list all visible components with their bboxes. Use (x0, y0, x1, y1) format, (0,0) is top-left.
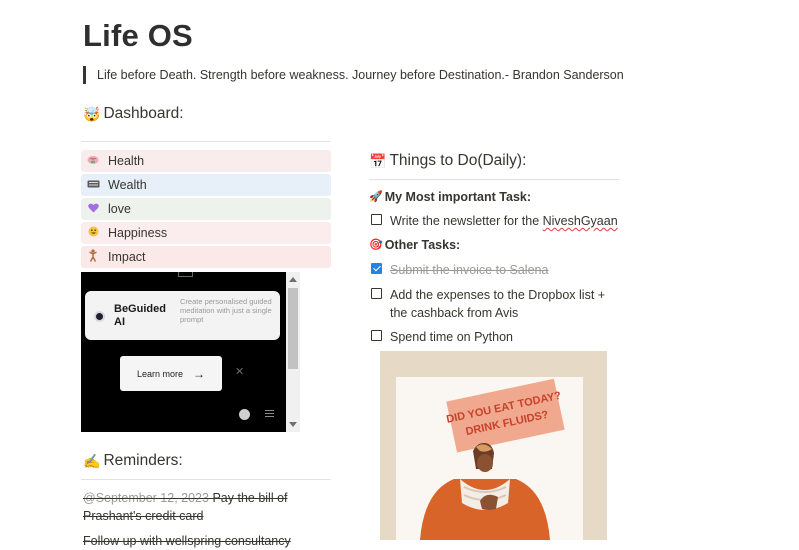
task-item[interactable]: Add the expenses to the Dropbox list + t… (371, 286, 611, 322)
menu-icon[interactable] (265, 408, 274, 419)
close-icon[interactable]: ✕ (235, 365, 244, 378)
brain-icon (86, 155, 100, 168)
task-text: Write the newsletter for the NiveshGyaan (390, 214, 618, 228)
keyboard-icon (86, 180, 100, 191)
task-text: Submit the invoice to Salena (390, 263, 549, 277)
nav-item-happiness[interactable]: Happiness (81, 222, 331, 244)
calendar-icon: 📅 (369, 153, 387, 169)
other-tasks-label: Other Tasks: (384, 238, 461, 252)
embed-top-tab (178, 272, 193, 277)
task-text: Spend time on Python (390, 330, 513, 344)
task-checkbox[interactable] (371, 288, 382, 299)
writing-hand-icon: ✍️ (83, 453, 101, 469)
important-task-heading: 🚀 My Most important Task: (369, 190, 531, 204)
nav-label-happiness: Happiness (108, 226, 168, 240)
nav-item-impact[interactable]: Impact (81, 246, 331, 268)
beguided-description: Create personalised guided meditation wi… (180, 297, 272, 324)
circle-button-icon[interactable] (239, 409, 250, 420)
person-standing-icon (86, 249, 100, 265)
task-checkbox[interactable] (371, 214, 382, 225)
todo-heading: 📅 Things to Do(Daily): (369, 152, 526, 170)
reminder-date[interactable]: @September 12, 2023 (83, 491, 209, 505)
nav-item-love[interactable]: love (81, 198, 331, 220)
nav-label-love: love (108, 202, 131, 216)
scrollbar-thumb[interactable] (288, 288, 298, 369)
important-task-label: My Most important Task: (384, 190, 532, 204)
dashboard-heading-text: Dashboard: (103, 105, 184, 122)
dashboard-divider (81, 141, 331, 142)
reminders-divider (81, 479, 331, 480)
beguided-card[interactable]: BeGuided AI Create personalised guided m… (85, 291, 280, 340)
target-icon: 🎯 (369, 238, 383, 251)
reminder-item[interactable]: @September 12, 2023 Pay the bill of Pras… (83, 489, 303, 525)
arrow-right-icon: → (193, 366, 206, 381)
task-item[interactable]: Write the newsletter for the NiveshGyaan (371, 212, 618, 230)
nav-label-wealth: Wealth (108, 178, 147, 192)
purple-heart-icon (86, 203, 100, 216)
rocket-icon: 🚀 (369, 190, 383, 203)
scroll-up-icon[interactable] (289, 277, 297, 282)
learn-more-label: Learn more (136, 368, 184, 379)
task-item[interactable]: Spend time on Python (371, 328, 513, 346)
nav-item-health[interactable]: Health (81, 150, 331, 172)
reminders-heading: ✍️ Reminders: (83, 452, 183, 470)
task-checkbox-checked[interactable] (371, 263, 382, 274)
reminder-item[interactable]: Follow up with wellspring consultancy (83, 532, 303, 550)
nav-item-wealth[interactable]: Wealth (81, 174, 331, 196)
beguided-embed[interactable]: BeGuided AI Create personalised guided m… (81, 272, 300, 432)
page-title: Life OS (83, 18, 193, 53)
scroll-down-icon[interactable] (289, 422, 297, 427)
other-tasks-heading: 🎯 Other Tasks: (369, 238, 460, 252)
task-item[interactable]: Submit the invoice to Salena (371, 261, 548, 279)
mind-blown-emoji-icon: 🤯 (83, 106, 101, 122)
poster-image: DID YOU EAT TODAY? DRINK FLUIDS? (380, 351, 607, 540)
embed-scrollbar[interactable] (286, 272, 300, 432)
grinning-face-icon (86, 226, 100, 240)
todo-divider (369, 179, 619, 180)
task-text: Add the expenses to the Dropbox list + t… (390, 288, 606, 320)
beguided-brand: BeGuided AI (114, 303, 166, 328)
dashboard-heading: 🤯 Dashboard: (83, 105, 184, 123)
task-checkbox[interactable] (371, 330, 382, 341)
learn-more-button[interactable]: Learn more → (120, 356, 222, 391)
quote-block: Life before Death. Strength before weakn… (83, 66, 624, 84)
reminders-heading-text: Reminders: (103, 452, 183, 469)
nav-label-health: Health (108, 154, 145, 168)
nav-label-impact: Impact (108, 250, 146, 264)
reminder-text: Follow up with wellspring consultancy (83, 534, 291, 548)
beguided-logo-icon (96, 313, 103, 320)
todo-heading-text: Things to Do(Daily): (389, 152, 527, 169)
